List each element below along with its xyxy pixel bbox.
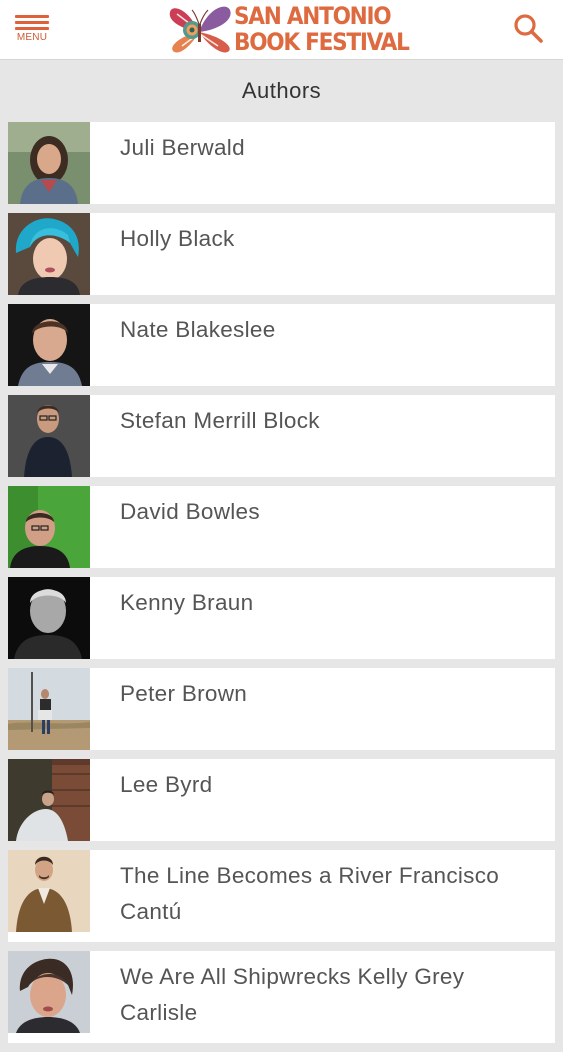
- logo-line-2: BOOK FESTIVAL: [234, 28, 410, 56]
- author-list-item[interactable]: Lee Byrd: [8, 759, 555, 841]
- author-list-item[interactable]: Peter Brown: [8, 668, 555, 750]
- author-name: David Bowles: [120, 499, 260, 524]
- menu-button[interactable]: MENU: [12, 13, 52, 47]
- author-photo: [8, 395, 90, 477]
- author-photo: [8, 759, 90, 841]
- author-name: We Are All Shipwrecks Kelly Grey Carlisl…: [120, 964, 465, 1025]
- author-photo: [8, 577, 90, 659]
- author-list-item[interactable]: Holly Black: [8, 213, 555, 295]
- author-list-item[interactable]: David Bowles: [8, 486, 555, 568]
- author-name: Lee Byrd: [120, 772, 213, 797]
- butterfly-book-logo-icon: [169, 6, 231, 53]
- author-list: Juli Berwald Holly Black Nate Blakeslee …: [8, 122, 555, 1052]
- author-list-item[interactable]: We Are All Shipwrecks Kelly Grey Carlisl…: [8, 951, 555, 1043]
- app-header: MENU SAN ANTONIO BOOK FESTIVAL: [0, 0, 563, 60]
- menu-icon: [15, 13, 49, 30]
- search-button[interactable]: [512, 12, 546, 46]
- author-name: Juli Berwald: [120, 135, 245, 160]
- author-name: Peter Brown: [120, 681, 248, 706]
- author-name: Nate Blakeslee: [120, 317, 276, 342]
- author-list-item[interactable]: The Line Becomes a River Francisco Cantú: [8, 850, 555, 942]
- author-list-item[interactable]: Juli Berwald: [8, 122, 555, 204]
- author-photo: [8, 668, 90, 750]
- author-photo: [8, 850, 90, 932]
- author-name: Kenny Braun: [120, 590, 254, 615]
- author-name: The Line Becomes a River Francisco Cantú: [120, 863, 500, 924]
- page-title: Authors: [241, 78, 322, 103]
- author-name: Holly Black: [120, 226, 235, 251]
- festival-logo[interactable]: SAN ANTONIO BOOK FESTIVAL: [168, 2, 410, 58]
- author-list-item[interactable]: Kenny Braun: [8, 577, 555, 659]
- author-photo: [8, 304, 90, 386]
- author-photo: [8, 122, 90, 204]
- menu-label: MENU: [16, 32, 48, 43]
- author-photo: [8, 486, 90, 568]
- author-list-item[interactable]: Nate Blakeslee: [8, 304, 555, 386]
- author-photo: [8, 951, 90, 1033]
- author-name: Stefan Merrill Block: [120, 408, 320, 433]
- author-photo: [8, 213, 90, 295]
- search-icon: [514, 14, 543, 43]
- logo-line-1: SAN ANTONIO: [234, 2, 392, 30]
- author-list-item[interactable]: Stefan Merrill Block: [8, 395, 555, 477]
